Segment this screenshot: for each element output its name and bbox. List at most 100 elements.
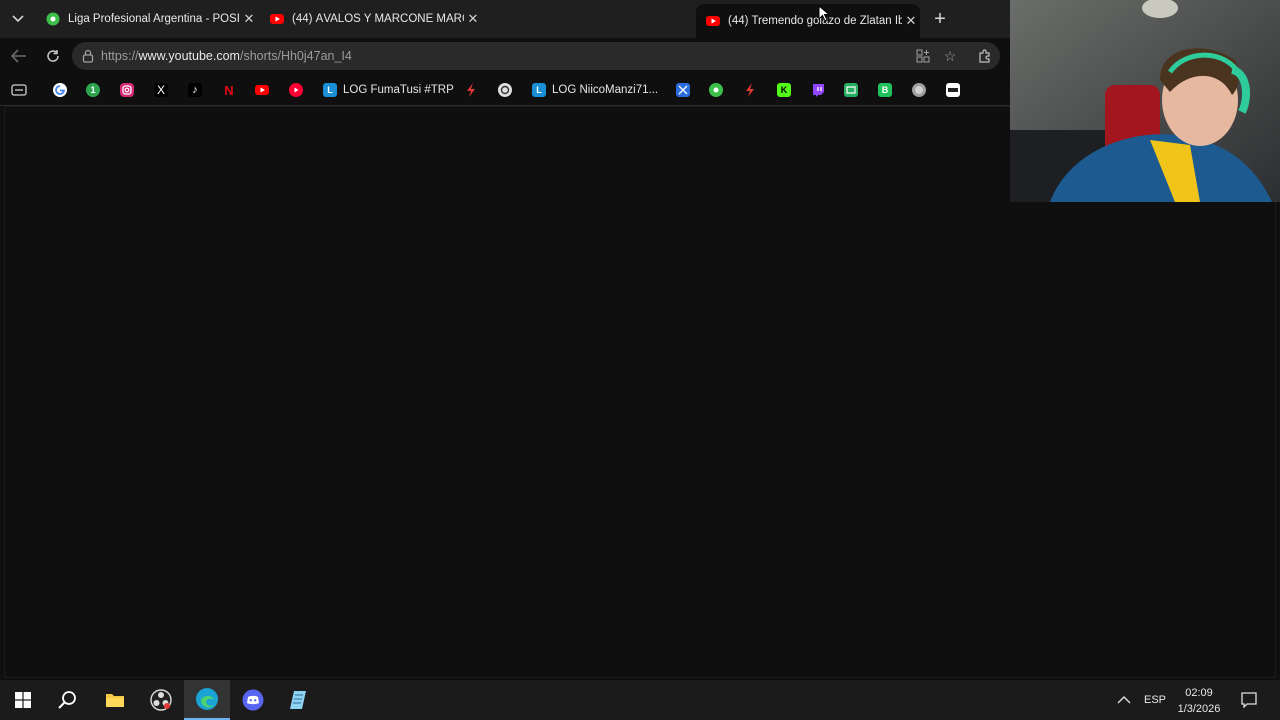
chevron-down-icon <box>12 15 24 23</box>
bookmark-youtube[interactable] <box>255 82 269 98</box>
search-icon <box>58 691 76 709</box>
x-icon: X <box>154 83 168 97</box>
bookmark-red-bolt[interactable] <box>464 82 478 98</box>
webcam-overlay <box>1010 0 1280 202</box>
discord-icon <box>242 689 264 711</box>
bookmark-instagram[interactable] <box>120 82 134 98</box>
windows-start-icon <box>15 692 31 708</box>
notepad-icon <box>290 691 306 709</box>
obs-icon <box>150 689 172 711</box>
browser-toolbar: https://www.youtube.com/shorts/Hh0j47an_… <box>0 38 1010 74</box>
close-icon[interactable]: ✕ <box>240 10 258 28</box>
edge-icon <box>196 688 218 710</box>
chevron-up-icon <box>1117 696 1131 704</box>
notepad-button[interactable] <box>276 680 322 720</box>
language-indicator[interactable]: ESP <box>1144 680 1166 720</box>
red-bolt-icon <box>746 83 754 97</box>
tab-search-button[interactable] <box>6 8 30 30</box>
back-button[interactable] <box>8 46 30 66</box>
favorite-star-icon[interactable]: ☆ <box>942 48 958 64</box>
url-prefix: https:// <box>101 49 139 63</box>
new-tab-button[interactable]: + <box>928 8 952 30</box>
reading-icon <box>11 84 27 96</box>
start-button[interactable] <box>0 680 46 720</box>
bookmark-openai[interactable] <box>498 82 512 98</box>
back-arrow-icon <box>11 49 26 63</box>
notifications-button[interactable] <box>1241 680 1257 720</box>
bookmark-log-niicomanzi[interactable]: L LOG NiicoManzi71... <box>532 82 658 98</box>
edge-button[interactable] <box>184 680 230 720</box>
tab-liga-profesional[interactable]: Liga Profesional Argentina - POSIC ✕ <box>36 4 258 34</box>
obs-button[interactable] <box>138 680 184 720</box>
extensions-icon[interactable] <box>976 48 992 64</box>
file-explorer-icon <box>106 694 124 707</box>
dark-app-icon <box>946 83 960 97</box>
show-hidden-icons-button[interactable] <box>1117 680 1131 720</box>
url-path: /shorts/Hh0j47an_I4 <box>239 49 352 63</box>
tab-zlatan-golazo[interactable]: (44) Tremendo golazo de Zlatan Ib ✕ <box>696 4 920 38</box>
log-icon: L <box>532 83 546 97</box>
clock-time: 02:09 <box>1185 687 1213 699</box>
blue-grid-icon <box>676 83 690 97</box>
clock[interactable]: 02:09 1/3/2026 <box>1172 685 1226 717</box>
twitch-icon <box>813 84 824 97</box>
netflix-icon: N <box>224 82 234 98</box>
reload-button[interactable] <box>42 46 64 66</box>
bookmark-tiktok[interactable]: ♪ <box>188 82 202 98</box>
file-explorer-button[interactable] <box>92 680 138 720</box>
log-icon: L <box>323 83 337 97</box>
youtube-music-icon <box>289 83 303 97</box>
bookmark-kick[interactable]: K <box>777 82 791 98</box>
mouse-cursor-icon <box>818 5 830 22</box>
bookmark-green-1[interactable]: 1 <box>86 82 100 98</box>
openai-icon <box>498 83 512 97</box>
tab-title: Liga Profesional Argentina - POSIC <box>68 13 240 25</box>
tiktok-icon: ♪ <box>188 83 202 97</box>
green-ball-icon <box>46 12 60 26</box>
bookmark-green-app[interactable] <box>844 82 858 98</box>
discord-button[interactable] <box>230 680 276 720</box>
bookmark-green-ball[interactable] <box>709 82 723 98</box>
notification-icon <box>1241 692 1257 708</box>
bookmark-label: LOG NiicoManzi71... <box>552 84 659 96</box>
green-ball-icon <box>709 83 723 97</box>
bookmark-google[interactable] <box>53 82 67 98</box>
search-button[interactable] <box>45 680 91 720</box>
bookmark-green-b[interactable]: B <box>878 82 892 98</box>
google-icon <box>53 83 67 97</box>
bookmark-globe[interactable] <box>912 82 926 98</box>
bookmarks-bar: 1 X ♪ N L LOG FumaTusi #TRP L LOG NiicoM… <box>0 74 1010 106</box>
tab-avalos-marcone[interactable]: (44) ÁVALOS Y MARCONE MARCA ✕ <box>260 4 482 34</box>
bookmark-netflix[interactable]: N <box>222 82 236 98</box>
bookmark-x[interactable]: X <box>154 82 168 98</box>
bookmark-dark-app[interactable] <box>946 82 960 98</box>
bookmark-youtube-music[interactable] <box>289 82 303 98</box>
red-bolt-icon <box>467 83 475 97</box>
tab-title: (44) Tremendo golazo de Zlatan Ib <box>728 15 902 27</box>
bookmark-blue-grid[interactable] <box>676 82 690 98</box>
taskbar: ESP 02:09 1/3/2026 <box>0 680 1280 720</box>
tab-strip: Liga Profesional Argentina - POSIC ✕ (44… <box>0 0 1010 38</box>
site-info-icon[interactable] <box>82 49 94 63</box>
bookmark-label: LOG FumaTusi #TRP <box>343 84 454 96</box>
bookmark-twitch[interactable] <box>811 82 825 98</box>
url-text: https://www.youtube.com/shorts/Hh0j47an_… <box>101 49 352 63</box>
close-icon[interactable]: ✕ <box>464 10 482 28</box>
youtube-icon <box>706 16 720 26</box>
bookmark-log-fumatusi[interactable]: L LOG FumaTusi #TRP <box>323 82 454 98</box>
green-1-icon: 1 <box>86 83 100 97</box>
close-icon[interactable]: ✕ <box>902 12 920 30</box>
green-b-icon: B <box>878 83 892 97</box>
address-bar[interactable]: https://www.youtube.com/shorts/Hh0j47an_… <box>72 42 1000 70</box>
webcam-person-image <box>1010 0 1280 202</box>
app-available-icon[interactable] <box>915 48 931 64</box>
kick-icon: K <box>777 83 791 97</box>
reload-icon <box>47 50 59 62</box>
youtube-icon <box>270 14 284 24</box>
bookmark-red-bolt-2[interactable] <box>743 82 757 98</box>
green-app-icon <box>844 83 858 97</box>
instagram-icon <box>120 83 134 97</box>
youtube-icon <box>255 85 269 95</box>
tab-title: (44) ÁVALOS Y MARCONE MARCA <box>292 13 464 25</box>
reading-mode-button[interactable] <box>11 82 27 98</box>
